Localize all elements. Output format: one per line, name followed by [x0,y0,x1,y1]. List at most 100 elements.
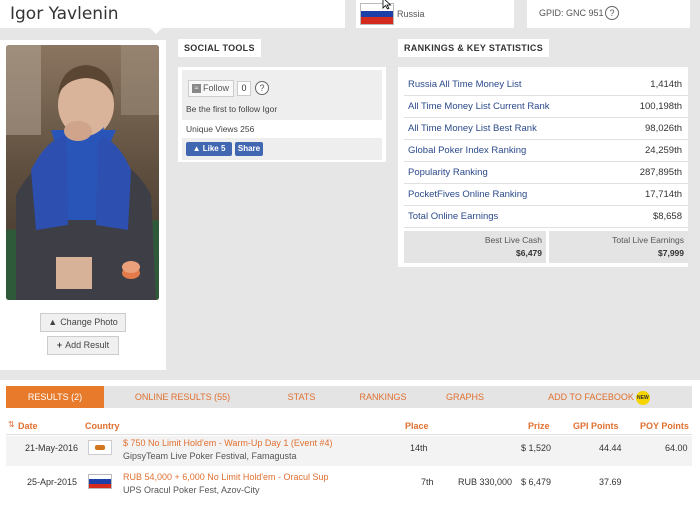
result-place: 14th [410,443,428,453]
country-name: Russia [397,9,425,19]
gpid-bar: GPID: GNC 951 ? [527,0,690,28]
best-live-cash-value: $6,479 [516,248,542,258]
follow-help-icon[interactable]: ? [255,81,269,95]
header-place[interactable]: Place [405,421,429,431]
player-name: Igor Yavlenin [10,4,119,24]
result-date: 25-Apr-2015 [27,477,78,487]
follow-label: Follow [203,83,230,93]
ranking-label[interactable]: Total Online Earnings [408,206,498,227]
ranking-label[interactable]: PocketFives Online Ranking [408,184,527,205]
fb-like-label: Like 5 [202,144,226,153]
gpid-label: GPID: GNC 951 [539,8,604,18]
table-row[interactable]: 25-Apr-2015 RUB 54,000 + 6,000 No Limit … [6,469,692,499]
thumbs-up-icon: ▲ [192,144,203,153]
ranking-value: 287,895th [639,167,682,178]
header-date[interactable]: Date [18,421,38,431]
fb-like-button[interactable]: ▲ Like 5 [186,142,232,156]
result-event-link[interactable]: RUB 54,000 + 6,000 No Limit Hold'em - Or… [123,472,329,482]
ranking-label[interactable]: All Time Money List Current Rank [408,96,550,117]
tab-1[interactable]: ONLINE RESULTS (55) [104,386,261,408]
ranking-row[interactable]: Russia All Time Money List 1,414th [404,74,688,96]
result-poy-points: 64.00 [665,443,688,453]
photo-panel: ▲ Change Photo + Add Result [0,40,166,370]
result-gpi-points: 37.69 [599,477,622,487]
results-tabs: RESULTS (2) ONLINE RESULTS (55) STATS RANKI… [6,386,692,408]
cyprus-flag-icon [88,440,112,455]
player-name-bar: Igor Yavlenin [0,0,345,28]
ranking-row[interactable]: Total Online Earnings $8,658 [404,206,688,228]
ranking-row[interactable]: All Time Money List Best Rank 98,026th [404,118,688,140]
change-photo-button[interactable]: ▲ Change Photo [40,313,126,332]
tab-3[interactable]: RANKINGS [342,386,424,408]
plus-icon: + [56,340,63,350]
ranking-label[interactable]: Popularity Ranking [408,162,488,183]
result-local-prize: RUB 330,000 [458,477,513,487]
ranking-value: 17,714th [645,189,682,200]
ranking-label[interactable]: Global Poker Index Ranking [408,140,526,161]
ranking-row[interactable]: Popularity Ranking 287,895th [404,162,688,184]
follow-count: 0 [237,81,251,96]
gpid-help-icon[interactable]: ? [605,6,619,20]
country-bar: Russia [356,0,514,28]
tab-label: STATS [287,392,316,402]
result-festival: GipsyTeam Live Poker Festival, Famagusta [123,451,297,461]
add-result-label: Add Result [65,340,110,350]
tab-label: RANKINGS [359,392,407,402]
result-date: 21-May-2016 [25,443,79,453]
tab-label: ADD TO FACEBOOK [548,392,634,402]
tab-label: GRAPHS [445,392,484,402]
total-live-earnings-value: $7,999 [658,248,684,258]
result-prize: $ 6,479 [521,477,552,487]
player-photo [6,45,159,300]
header-country[interactable]: Country [85,421,120,431]
best-live-cash-label: Best Live Cash [484,235,542,245]
result-prize: $ 1,520 [521,443,552,453]
best-live-cash-cell: Best Live Cash $6,479 [404,231,546,263]
rankings-heading: RANKINGS & KEY STATISTICS [398,39,550,57]
add-result-button[interactable]: + Add Result [47,336,119,355]
social-tools-panel: ≈ Follow 0 ? Be the first to follow Igor … [178,67,386,162]
ranking-label[interactable]: All Time Money List Best Rank [408,118,537,139]
ranking-row[interactable]: PocketFives Online Ranking 17,714th [404,184,688,206]
tab-5[interactable]: ADD TO FACEBOOK NEW [506,386,692,408]
follow-area: ≈ Follow 0 ? Be the first to follow Igor [182,70,382,120]
result-gpi-points: 44.44 [599,443,622,453]
tab-2[interactable]: STATS [261,386,342,408]
mouse-cursor-icon [382,0,392,10]
first-follow-text: Be the first to follow Igor [186,104,278,114]
name-pointer [150,28,162,34]
result-place: 7th [421,477,434,487]
result-event-link[interactable]: $ 750 No Limit Hold'em - Warm-Up Day 1 (… [123,438,332,448]
result-festival: UPS Oracul Poker Fest, Azov-City [123,485,260,495]
tab-label: ONLINE RESULTS (55) [134,392,231,402]
total-live-earnings-cell: Total Live Earnings $7,999 [549,231,688,263]
ranking-value: 100,198th [639,101,682,112]
camera-icon: ▲ [48,317,58,327]
new-badge: NEW [635,390,650,405]
ranking-value: 98,026th [645,123,682,134]
ranking-label[interactable]: Russia All Time Money List [408,74,522,95]
header-prize[interactable]: Prize [528,421,550,431]
results-section: RESULTS (2) ONLINE RESULTS (55) STATS RANKI… [0,380,700,516]
tab-0[interactable]: RESULTS (2) [6,386,104,408]
ranking-value: 24,259th [645,145,682,156]
total-live-earnings-label: Total Live Earnings [612,235,684,245]
header-gpi-points[interactable]: GPI Points [573,421,619,431]
ranking-value: $8,658 [652,211,682,222]
tab-4[interactable]: GRAPHS [424,386,506,408]
fb-share-button[interactable]: Share [235,142,263,156]
rankings-panel: Best Live Cash $6,479 Total Live Earning… [398,67,688,267]
change-photo-label: Change Photo [60,317,118,327]
ranking-value: 1,414th [650,79,682,90]
tab-label: RESULTS (2) [27,392,83,402]
header-poy-points[interactable]: POY Points [640,421,689,431]
table-row[interactable]: 21-May-2016 $ 750 No Limit Hold'em - War… [6,436,692,466]
sort-icon[interactable]: ⇅ [8,420,15,429]
ranking-row[interactable]: All Time Money List Current Rank 100,198t… [404,96,688,118]
ranking-row[interactable]: Global Poker Index Ranking 24,259th [404,140,688,162]
russia-flag-icon [88,474,112,489]
rss-icon: ≈ [192,84,201,94]
social-tools-heading: SOCIAL TOOLS [178,39,261,57]
share-area: ▲ Like 5 Share [182,138,382,160]
follow-button[interactable]: ≈ Follow [188,80,234,97]
